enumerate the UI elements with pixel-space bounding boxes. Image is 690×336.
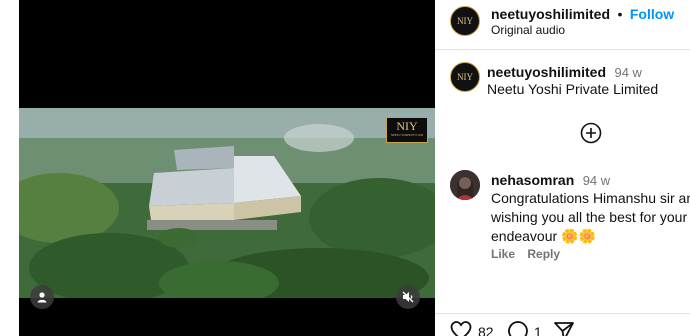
commenter-avatar[interactable]	[450, 170, 480, 200]
heart-icon	[450, 321, 472, 336]
post-side-panel: NIY neetuyoshilimited • Follow Original …	[435, 0, 690, 336]
caption-time: 94 w	[614, 65, 642, 80]
video-player[interactable]: NIY NEETU YOSHI PVT LTD	[19, 0, 435, 336]
comment-text: Congratulations Himanshu sir and wishing…	[491, 190, 690, 244]
actions-divider	[435, 313, 690, 314]
header-separator: •	[617, 6, 623, 22]
load-more-comments-button[interactable]	[580, 122, 602, 144]
comment-bubble-icon	[508, 321, 528, 336]
aerial-factory-image	[19, 108, 435, 298]
commenter-username[interactable]: nehasomran	[491, 172, 574, 188]
caption-avatar[interactable]: NIY	[450, 62, 480, 92]
author-username[interactable]: neetuyoshilimited	[491, 6, 610, 22]
audio-label[interactable]: Original audio	[491, 23, 565, 37]
comment-like-button[interactable]: Like	[491, 247, 515, 261]
plus-circle-icon	[580, 122, 602, 144]
comment-button[interactable]	[507, 320, 529, 336]
commenter-photo	[450, 170, 480, 200]
paper-plane-icon	[554, 322, 574, 336]
page-gutter	[0, 0, 19, 336]
comments-count[interactable]: 1	[534, 324, 542, 336]
speaker-muted-icon	[402, 291, 414, 303]
header-divider	[435, 49, 690, 50]
like-button[interactable]	[450, 320, 472, 336]
comment-reply-button[interactable]: Reply	[527, 247, 560, 261]
person-icon	[37, 292, 47, 303]
caption-text: Neetu Yoshi Private Limited	[487, 81, 659, 97]
follow-button[interactable]: Follow	[630, 6, 674, 22]
author-avatar[interactable]: NIY	[450, 6, 480, 36]
tagged-users-button[interactable]	[30, 285, 54, 309]
video-watermark: NIY NEETU YOSHI PVT LTD	[386, 117, 428, 143]
likes-count[interactable]: 82	[478, 324, 494, 336]
share-button[interactable]	[553, 320, 575, 336]
mute-button[interactable]	[396, 285, 420, 309]
caption-username[interactable]: neetuyoshilimited	[487, 64, 606, 80]
flower-emoji: 🌼🌼	[561, 228, 596, 244]
comment-time: 94 w	[582, 173, 611, 188]
